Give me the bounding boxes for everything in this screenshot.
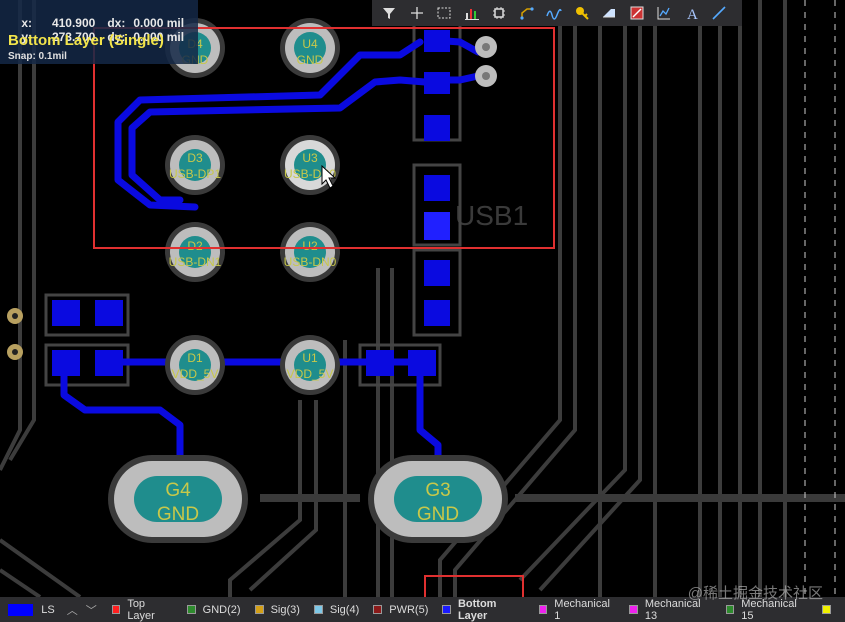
cross-icon[interactable]	[404, 1, 430, 25]
chevron-down-icon[interactable]: ﹀	[86, 602, 97, 618]
wave-icon[interactable]	[541, 1, 567, 25]
pad-g4-net: GND	[157, 504, 199, 525]
layer-tab-pwr-5[interactable]: PWR(5)	[366, 597, 435, 622]
key-icon[interactable]	[569, 1, 595, 25]
select-rect-icon[interactable]	[431, 1, 457, 25]
chevron-up-icon[interactable]: ︿	[67, 602, 78, 618]
pad-g3[interactable]: G3 GND	[368, 455, 508, 543]
pad-u2-net: USB-DN0	[284, 255, 337, 269]
layer-color-swatch	[629, 605, 638, 614]
layer-tab-label: Bottom Layer	[457, 597, 497, 622]
layer-color-swatch	[111, 605, 121, 614]
line-icon[interactable]	[706, 1, 732, 25]
pad-g3-ref: G3	[425, 480, 450, 501]
layer-tab-label: Mechanical 1	[554, 597, 610, 622]
hud-snap: Snap: 0.1mil	[8, 51, 67, 62]
layer-tab-mechanical-1[interactable]: Mechanical 1	[532, 597, 623, 622]
graph-icon[interactable]	[651, 1, 677, 25]
fill-icon[interactable]	[596, 1, 622, 25]
usb-pad-6	[424, 260, 450, 286]
pad-g4[interactable]: G4 GND	[108, 455, 248, 543]
layer-tab-gnd-2[interactable]: GND(2)	[180, 597, 248, 622]
layer-tab-bottom-layer[interactable]: Bottom Layer	[435, 597, 531, 622]
layer-tab-sig-3[interactable]: Sig(3)	[248, 597, 307, 622]
layer-color-swatch	[442, 605, 451, 614]
pad-d1-net: VDD_5V	[172, 367, 219, 381]
pad-u1[interactable]: U1 VDD_5V	[280, 335, 340, 395]
bar-chart-icon[interactable]	[459, 1, 485, 25]
layer-color-swatch	[254, 605, 264, 614]
layer-color-swatch	[313, 605, 323, 614]
layer-color-swatch	[373, 605, 383, 614]
watermark: @稀土掘金技术社区	[687, 585, 823, 602]
layer-tab-label: Sig(4)	[329, 603, 360, 616]
usb-pad-7	[424, 300, 450, 326]
route-icon[interactable]	[514, 1, 540, 25]
layer-tab-label: Sig(3)	[270, 603, 300, 616]
pad-d1[interactable]: D1 VDD_5V	[165, 335, 225, 395]
layer-tab-sig-4[interactable]: Sig(4)	[307, 597, 366, 622]
active-bar-toolbar: A	[372, 0, 742, 26]
filter-icon[interactable]	[376, 1, 402, 25]
pad-g4-ref: G4	[165, 480, 191, 501]
pad-u1-net: VDD_5V	[287, 367, 334, 381]
layer-tab-label: GND(2)	[202, 603, 241, 616]
layer-color-swatch	[725, 605, 735, 614]
region-icon[interactable]	[624, 1, 650, 25]
component-icon[interactable]	[486, 1, 512, 25]
pad-g3-net: GND	[417, 504, 459, 525]
hud-layer-title: Bottom Layer (Single)	[8, 32, 164, 49]
current-layer-swatch[interactable]	[8, 603, 34, 616]
layer-tab-top-layer[interactable]: Top Layer	[105, 597, 180, 622]
layer-color-swatch	[538, 605, 548, 614]
layer-color-swatch	[186, 605, 196, 614]
svg-text:A: A	[687, 7, 698, 21]
coordinate-hud: x: 410.900 dx: 0.000 mil y: 273.700 dy: 0.000 …	[0, 0, 198, 64]
layer-tab-label: Top Layer	[127, 597, 155, 622]
layer-tab-label: PWR(5)	[389, 603, 429, 616]
layer-color-swatch	[822, 605, 831, 614]
text-icon[interactable]: A	[679, 1, 705, 25]
pad-d2-net: USB-DN1	[169, 255, 222, 269]
pad-d1-ref: D1	[187, 351, 203, 365]
layer-set-label[interactable]: LS	[41, 604, 54, 616]
pad-u1-ref: U1	[302, 351, 318, 365]
